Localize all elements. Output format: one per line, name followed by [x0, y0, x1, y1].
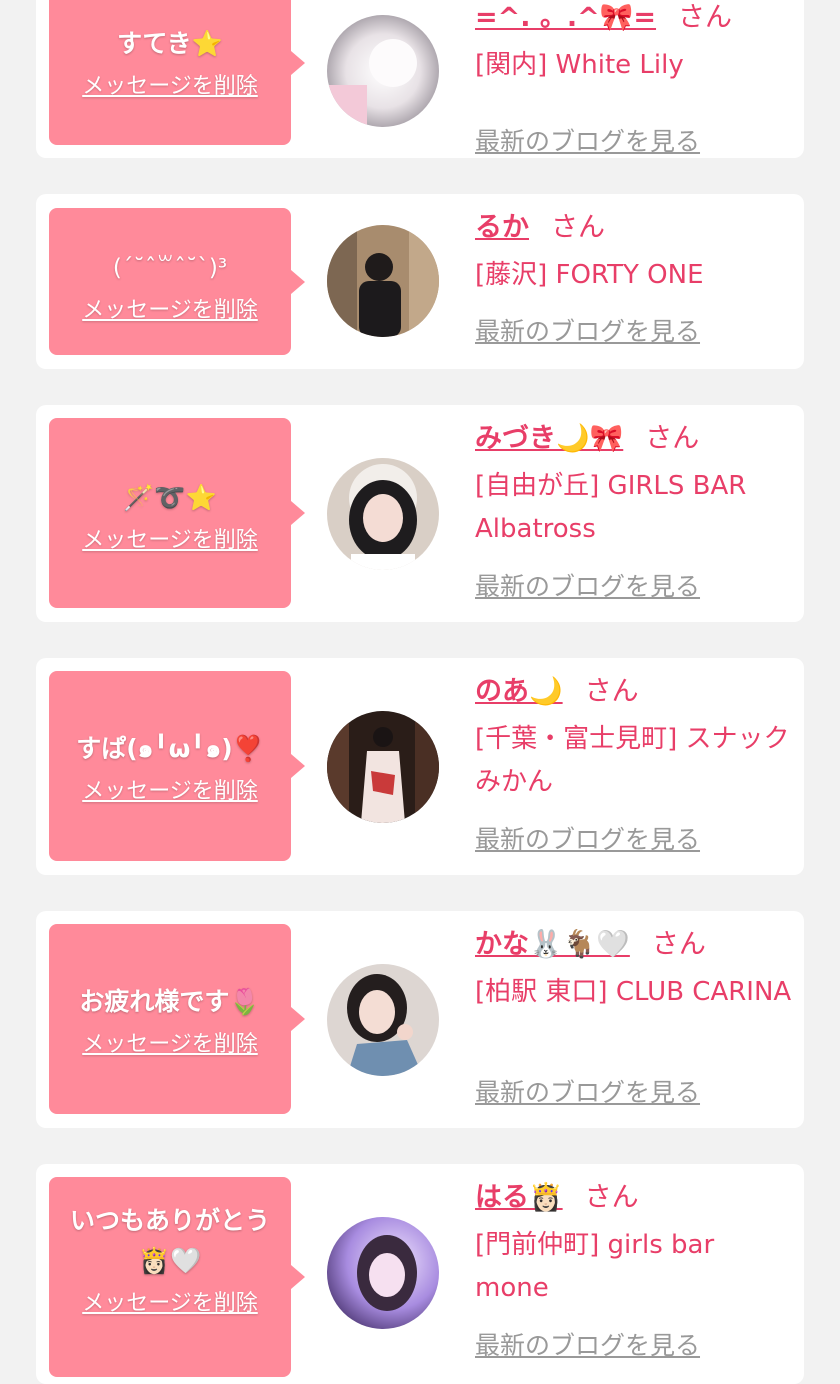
avatar[interactable] [327, 458, 439, 570]
delete-message-link[interactable]: メッセージを削除 [49, 296, 291, 326]
cast-info: のあ🌙 さん [千葉・富士見町] スナックみかん 最新のブログを見る [475, 672, 795, 854]
latest-blog-link[interactable]: 最新のブログを見る [475, 1326, 700, 1362]
latest-blog-link[interactable]: 最新のブログを見る [475, 122, 700, 158]
delete-message-link[interactable]: メッセージを削除 [49, 1289, 291, 1319]
shop-name: [自由が丘] GIRLS BAR Albatross [475, 471, 747, 544]
message-card: 🪄➰⭐️ メッセージを削除 みづき🌙🎀 さん [自由が丘] GIRLS BAR A… [36, 405, 804, 622]
cast-name-row: かな🐰🐐🤍 さん [475, 925, 795, 965]
cast-info: =^. 。.^🎀= さん [関内] White Lily 最新のブログを見る [475, 0, 795, 156]
cast-info: はる👸🏻 さん [門前仲町] girls bar mone 最新のブログを見る [475, 1178, 795, 1360]
message-card: (ˊ˘ˆ꒳ˆ˘ˋ)³ メッセージを削除 るか さん [藤沢] FORTY ONE … [36, 194, 804, 369]
cast-name-link[interactable]: かな🐰🐐🤍 [475, 929, 630, 960]
message-text: すてき⭐️ [117, 29, 223, 58]
message-card: お疲れ様です🌷 メッセージを削除 かな🐰🐐🤍 さん [柏駅 東口] CLUB CA… [36, 911, 804, 1128]
latest-blog-link[interactable]: 最新のブログを見る [475, 820, 700, 856]
message-bubble: お疲れ様です🌷 メッセージを削除 [49, 924, 305, 1114]
message-bubble: (ˊ˘ˆ꒳ˆ˘ˋ)³ メッセージを削除 [49, 208, 305, 355]
message-card: すぱ(๑╹ω╹๑)❣️ メッセージを削除 のあ🌙 さん [千葉・富士見町] スナッ… [36, 658, 804, 875]
delete-message-link[interactable]: メッセージを削除 [49, 72, 291, 102]
cast-name-row: みづき🌙🎀 さん [475, 419, 795, 459]
message-text: 🪄➰⭐️ [123, 483, 217, 512]
delete-message-link[interactable]: メッセージを削除 [49, 1030, 291, 1060]
message-bubble: すてき⭐️ メッセージを削除 [49, 0, 305, 145]
latest-blog-link[interactable]: 最新のブログを見る [475, 567, 700, 603]
cast-name-link[interactable]: =^. 。.^🎀= [475, 2, 656, 33]
message-bubble: 🪄➰⭐️ メッセージを削除 [49, 418, 305, 608]
shop-name: [門前仲町] girls bar mone [475, 1230, 715, 1303]
message-text: 👸🏻🤍 [138, 1246, 202, 1275]
cast-name-row: のあ🌙 さん [475, 672, 795, 712]
cast-name-link[interactable]: はる👸🏻 [475, 1182, 563, 1213]
cast-name-link[interactable]: みづき🌙🎀 [475, 423, 623, 454]
cast-info: かな🐰🐐🤍 さん [柏駅 東口] CLUB CARINA 最新のブログを見る [475, 925, 795, 1107]
honorific: さん [551, 212, 605, 243]
latest-blog-link[interactable]: 最新のブログを見る [475, 1073, 700, 1109]
message-card: いつもありがとう 👸🏻🤍 メッセージを削除 はる👸🏻 さん [門前仲町] gir… [36, 1164, 804, 1384]
cast-name-link[interactable]: るか [475, 212, 529, 243]
message-bubble: すぱ(๑╹ω╹๑)❣️ メッセージを削除 [49, 671, 305, 861]
honorific: さん [584, 1182, 639, 1213]
shop-name: [藤沢] FORTY ONE [475, 260, 704, 290]
avatar[interactable] [327, 1217, 439, 1329]
message-card: すてき⭐️ メッセージを削除 =^. 。.^🎀= さん [関内] White L… [36, 0, 804, 158]
cast-name-row: るか さん [475, 208, 795, 248]
cast-name-row: はる👸🏻 さん [475, 1178, 795, 1218]
latest-blog-link[interactable]: 最新のブログを見る [475, 312, 700, 348]
honorific: さん [651, 929, 706, 960]
honorific: さん [645, 423, 700, 454]
shop-name: [柏駅 東口] CLUB CARINA [475, 977, 792, 1007]
message-bubble: いつもありがとう 👸🏻🤍 メッセージを削除 [49, 1177, 305, 1377]
delete-message-link[interactable]: メッセージを削除 [49, 777, 291, 807]
message-text: (ˊ˘ˆ꒳ˆ˘ˋ)³ [112, 255, 228, 281]
message-text: お疲れ様です🌷 [79, 987, 261, 1016]
avatar[interactable] [327, 711, 439, 823]
avatar[interactable] [327, 15, 439, 127]
message-text: いつもありがとう [69, 1206, 270, 1235]
delete-message-link[interactable]: メッセージを削除 [49, 526, 291, 556]
cast-name-row: =^. 。.^🎀= さん [475, 0, 795, 38]
honorific: さん [584, 676, 639, 707]
cast-info: るか さん [藤沢] FORTY ONE 最新のブログを見る [475, 208, 795, 346]
shop-name: [千葉・富士見町] スナックみかん [475, 724, 790, 797]
message-text: すぱ(๑╹ω╹๑)❣️ [76, 734, 264, 763]
honorific: さん [678, 2, 733, 33]
cast-name-link[interactable]: のあ🌙 [475, 676, 563, 707]
shop-name: [関内] White Lily [475, 50, 684, 80]
avatar[interactable] [327, 964, 439, 1076]
cast-info: みづき🌙🎀 さん [自由が丘] GIRLS BAR Albatross 最新のブロ… [475, 419, 795, 601]
avatar[interactable] [327, 225, 439, 337]
